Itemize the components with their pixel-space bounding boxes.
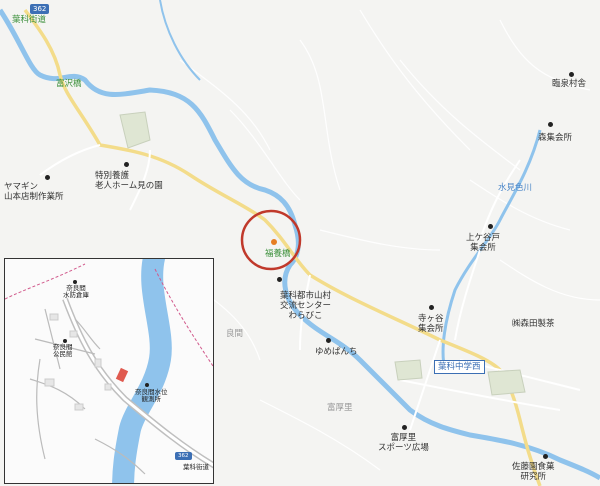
place-ryoma: 良間 bbox=[226, 329, 244, 339]
poi-marker bbox=[45, 175, 50, 180]
poi-rinsen: 臨泉村舎 bbox=[552, 79, 587, 89]
poi-yamagin: ヤマギン 山本店制作業所 bbox=[4, 182, 64, 202]
inset-poi-narama-obs: 奈良間水位 観測所 bbox=[135, 388, 168, 404]
inset-main-road-inner bbox=[63, 298, 213, 467]
poi-marker bbox=[124, 162, 129, 167]
inset-river bbox=[112, 259, 172, 483]
target-pin bbox=[271, 239, 277, 245]
poi-nursing-home: 特別養護 老人ホーム見の園 bbox=[95, 171, 163, 191]
map-view[interactable]: 362 葉科街道 富沢橋 特別養護 老人ホーム見の園 ヤマギン 山本店制作業所 … bbox=[0, 0, 600, 486]
poi-marker bbox=[488, 224, 493, 229]
poi-marker bbox=[429, 305, 434, 310]
inset-route-tag: 362 bbox=[175, 452, 192, 460]
poi-marker bbox=[326, 338, 331, 343]
field-area bbox=[394, 359, 423, 381]
inset-target-marker bbox=[115, 367, 129, 383]
poi-morita-tea: ㈱森田製茶 bbox=[512, 319, 555, 329]
poi-tomiatsuri-sports: 富厚里 スポーツ広場 bbox=[378, 433, 429, 453]
school-station-label[interactable]: 葉科中学西 bbox=[434, 360, 485, 374]
field-area bbox=[487, 369, 526, 396]
poi-kamigaya: 上ケ谷戸 集会所 bbox=[466, 233, 501, 253]
poi-yumebanchi: ゆめぱんち bbox=[315, 347, 358, 357]
poi-sato-food: 佐藤園食菓 研究所 bbox=[512, 462, 555, 482]
inset-road-name: 葉科街道 bbox=[183, 463, 209, 471]
inset-map[interactable]: 奈良間 水防倉庫 奈良間 公民館 奈良間水位 観測所 362 葉科街道 bbox=[4, 258, 214, 484]
inset-poi-marker bbox=[145, 383, 149, 387]
inset-main-road bbox=[62, 297, 213, 469]
field-area bbox=[119, 111, 151, 149]
poi-teragaya: 寺ヶ谷 集会所 bbox=[418, 314, 444, 334]
poi-marker bbox=[402, 425, 407, 430]
poi-marker bbox=[548, 122, 553, 127]
bridge-label-fukuyo: 福養橋 bbox=[265, 249, 291, 259]
route-number-tag: 362 bbox=[30, 4, 50, 14]
road-name-label: 葉科街道 bbox=[12, 15, 47, 25]
inset-map-canvas bbox=[5, 259, 213, 483]
poi-marker bbox=[569, 72, 574, 77]
bridge-label-tomisawa: 富沢橋 bbox=[56, 79, 82, 89]
poi-marker bbox=[543, 454, 548, 459]
poi-marker bbox=[277, 277, 282, 282]
inset-poi-narama-water: 奈良間 水防倉庫 bbox=[63, 284, 89, 300]
place-tomiatsuri: 富厚里 bbox=[327, 403, 353, 413]
inset-poi-narama-hall: 奈良間 公民館 bbox=[53, 343, 73, 359]
target-circle bbox=[240, 209, 302, 271]
tributary-river-north bbox=[159, 0, 201, 81]
poi-village-center: 葉科都市山村 交流センター わらびこ bbox=[280, 291, 332, 321]
poi-mori-hall: 森集会所 bbox=[538, 133, 573, 143]
river-label-mizumiiro: 水見色川 bbox=[498, 183, 533, 193]
